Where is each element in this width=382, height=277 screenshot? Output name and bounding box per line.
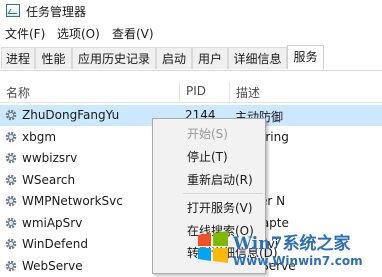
tab-performance[interactable]: 性能 <box>35 47 72 69</box>
menu-separator <box>183 193 263 194</box>
column-divider[interactable] <box>229 82 230 102</box>
tab-processes[interactable]: 进程 <box>1 47 35 69</box>
tab-startup[interactable]: 启动 <box>156 47 192 69</box>
service-name: WebServe <box>22 258 83 273</box>
service-gear-icon <box>4 130 18 144</box>
windows-logo-icon <box>198 231 228 263</box>
menu-bar: 文件(F) 选项(O) 查看(V) <box>0 22 382 44</box>
service-name: wmiApSrv <box>22 215 83 230</box>
service-gear-icon <box>4 108 18 122</box>
service-name: WSearch <box>22 172 76 187</box>
watermark: Win7系统之家 Www.Winwin7.com <box>195 227 382 274</box>
menu-open-services[interactable]: 打开服务(V) <box>187 199 253 216</box>
title-bar: 任务管理器 <box>0 0 382 22</box>
service-gear-icon <box>4 216 18 230</box>
watermark-url: Www.Winwin7.com <box>233 254 363 268</box>
menu-start[interactable]: 开始(S) <box>187 125 228 142</box>
watermark-text: Win7系统之家 <box>233 234 351 254</box>
tab-users[interactable]: 用户 <box>192 47 228 69</box>
service-name: xbgm <box>22 129 57 144</box>
column-divider[interactable] <box>179 82 180 102</box>
header-pid[interactable]: PID <box>186 84 206 98</box>
service-name: WinDefend <box>22 237 88 251</box>
task-manager-icon <box>6 4 20 17</box>
header-desc[interactable]: 描述 <box>236 84 260 101</box>
menu-options[interactable]: 选项(O) <box>57 25 100 42</box>
service-gear-icon <box>4 259 18 273</box>
service-name: wwbizsrv <box>22 151 78 165</box>
menu-view[interactable]: 查看(V) <box>112 25 154 42</box>
menu-file[interactable]: 文件(F) <box>5 25 45 42</box>
service-gear-icon <box>4 237 18 251</box>
tab-bar: 进程 性能 应用历史记录 启动 用户 详细信息 服务 <box>0 45 382 71</box>
service-gear-icon <box>4 173 18 187</box>
menu-restart[interactable]: 重新启动(R) <box>187 171 253 188</box>
tab-app-history[interactable]: 应用历史记录 <box>72 47 156 69</box>
column-header: 名称 PID 描述 <box>0 82 382 103</box>
window-title: 任务管理器 <box>26 5 87 19</box>
service-gear-icon <box>4 194 18 208</box>
menu-stop[interactable]: 停止(T) <box>187 148 228 165</box>
service-name: ZhuDongFangYu <box>22 108 120 122</box>
tab-services[interactable]: 服务 <box>287 45 324 69</box>
header-name[interactable]: 名称 <box>6 84 30 101</box>
service-name: WMPNetworkSvc <box>22 194 123 208</box>
tab-details[interactable]: 详细信息 <box>228 47 287 69</box>
service-gear-icon <box>4 151 18 165</box>
